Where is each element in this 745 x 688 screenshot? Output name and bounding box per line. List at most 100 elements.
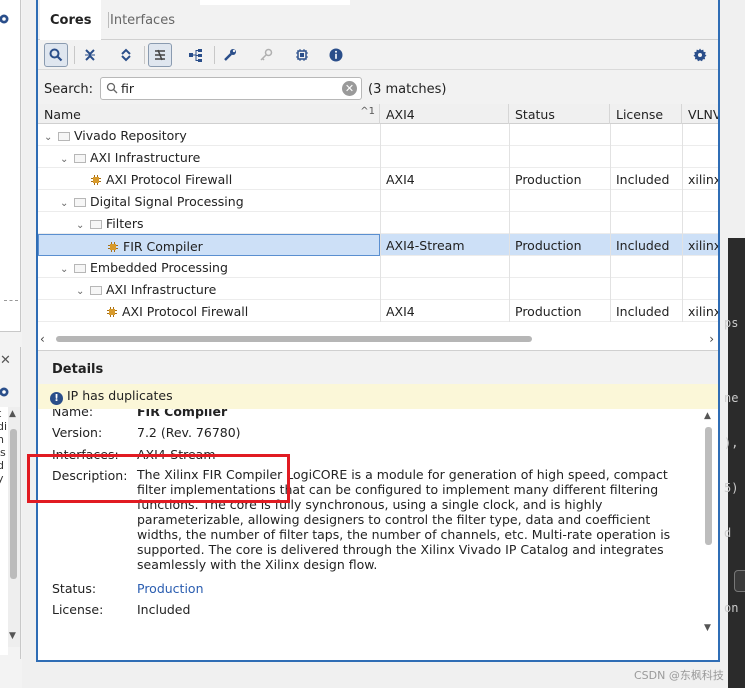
scroll-left-icon[interactable]: ‹ bbox=[40, 332, 45, 346]
row-name-text: Digital Signal Processing bbox=[90, 194, 244, 209]
cell-vlnv bbox=[682, 256, 718, 278]
left-background-panel: ✕ t di n is d y ▲ ▼ bbox=[0, 0, 22, 688]
version-value: 7.2 (Rev. 76780) bbox=[137, 425, 241, 440]
status-link[interactable]: Production bbox=[137, 581, 204, 596]
device-button[interactable] bbox=[290, 43, 314, 67]
search-label: Search: bbox=[44, 82, 94, 97]
row-name-text: Filters bbox=[106, 216, 144, 231]
cell-axi4 bbox=[380, 256, 509, 278]
collapse-all-button[interactable] bbox=[78, 43, 102, 67]
category-row[interactable]: ⌄ Embedded Processing bbox=[38, 256, 718, 278]
cell-status bbox=[509, 256, 610, 278]
duplicate-warning: ! IP has duplicates bbox=[38, 384, 718, 409]
expand-toggle-icon[interactable]: ⌄ bbox=[76, 220, 90, 231]
ip-tree-table: Name ^1 AXI4 Status License VLNV ⌄ Vivado … bbox=[38, 104, 718, 350]
category-row[interactable]: ⌄ AXI Infrastructure bbox=[38, 278, 718, 300]
ip-catalog-panel: Cores Interfaces Search: fir ✕ (3 matche… bbox=[36, 0, 720, 662]
tab-bar: Cores Interfaces bbox=[38, 0, 718, 40]
left-top-panel bbox=[0, 0, 21, 332]
gear-icon[interactable] bbox=[0, 12, 11, 29]
category-row[interactable]: ⌄ AXI Infrastructure bbox=[38, 146, 718, 168]
cell-license: Included bbox=[616, 238, 670, 253]
cell-license bbox=[610, 146, 682, 168]
folder-icon bbox=[90, 220, 102, 229]
horizontal-scrollbar[interactable]: ‹ › bbox=[38, 330, 718, 348]
filter-icon bbox=[155, 49, 165, 61]
category-row[interactable]: ⌄ Vivado Repository bbox=[38, 124, 718, 146]
close-icon[interactable]: ✕ bbox=[0, 353, 11, 368]
settings-button[interactable] bbox=[688, 43, 712, 67]
column-header-axi4[interactable]: AXI4 bbox=[380, 104, 509, 124]
details-title: Details bbox=[38, 351, 718, 384]
scroll-thumb[interactable] bbox=[10, 429, 17, 579]
customize-ip-button[interactable] bbox=[218, 43, 242, 67]
expand-toggle-icon[interactable]: ⌄ bbox=[60, 198, 74, 209]
filter-button[interactable] bbox=[148, 43, 172, 67]
scroll-down-icon[interactable]: ▼ bbox=[9, 631, 16, 641]
row-name-text: AXI Protocol Firewall bbox=[122, 304, 249, 319]
wrench-icon bbox=[224, 49, 236, 61]
search-button[interactable] bbox=[44, 43, 68, 67]
ip-row[interactable]: AXI Protocol Firewall AXI4 Production Inclu… bbox=[38, 300, 718, 322]
name-value: FIR Compiler bbox=[137, 409, 228, 419]
scroll-thumb[interactable] bbox=[56, 336, 532, 342]
fragment-line: t bbox=[0, 407, 8, 420]
column-header-vlnv[interactable]: VLNV bbox=[682, 104, 718, 124]
expand-toggle-icon[interactable]: ⌄ bbox=[44, 132, 58, 143]
toolbar-separator bbox=[144, 46, 145, 64]
gear-icon[interactable] bbox=[0, 385, 11, 402]
warning-text: IP has duplicates bbox=[67, 388, 173, 403]
cell-status: Production bbox=[515, 304, 582, 319]
tab-cores[interactable]: Cores bbox=[40, 0, 102, 40]
search-box[interactable]: ✕ bbox=[100, 77, 362, 100]
match-count: (3 matches) bbox=[368, 82, 447, 97]
ip-info-button[interactable] bbox=[324, 43, 348, 67]
tab-label: Cores bbox=[50, 13, 92, 28]
cell-license: Included bbox=[616, 172, 670, 187]
cell-name: ⌄ Filters bbox=[38, 212, 380, 234]
ip-row[interactable]: AXI Protocol Firewall AXI4 Production Inclu… bbox=[38, 168, 718, 190]
expand-all-button[interactable] bbox=[114, 43, 138, 67]
category-row[interactable]: ⌄ Filters bbox=[38, 212, 718, 234]
cell-vlnv bbox=[682, 124, 718, 146]
code-line: ps bbox=[724, 316, 739, 330]
category-row[interactable]: ⌄ Digital Signal Processing bbox=[38, 190, 718, 212]
cell-name: ⌄ AXI Infrastructure bbox=[38, 146, 380, 168]
expand-toggle-icon[interactable]: ⌄ bbox=[76, 286, 90, 297]
scroll-up-icon[interactable]: ▲ bbox=[704, 411, 711, 421]
cell-status bbox=[509, 146, 610, 168]
chip-icon bbox=[296, 49, 308, 61]
ip-core-icon bbox=[107, 307, 117, 317]
clear-search-icon[interactable]: ✕ bbox=[342, 81, 357, 96]
hierarchy-button[interactable] bbox=[184, 43, 208, 67]
scroll-thumb[interactable] bbox=[705, 427, 712, 545]
ip-row[interactable]: FIR Compiler AXI4-Stream Production Include… bbox=[38, 234, 718, 256]
cell-axi4 bbox=[380, 124, 509, 146]
sort-ascending-icon: ^1 bbox=[360, 106, 375, 117]
search-input[interactable] bbox=[121, 80, 337, 97]
row-name-text: AXI Infrastructure bbox=[106, 282, 217, 297]
column-header-license[interactable]: License bbox=[610, 104, 682, 124]
vertical-scrollbar[interactable]: ▲ ▼ bbox=[8, 407, 20, 647]
background-button[interactable] bbox=[734, 570, 745, 592]
tab-interfaces[interactable]: Interfaces bbox=[100, 0, 185, 40]
row-name-text: AXI Protocol Firewall bbox=[106, 172, 233, 187]
search-row: Search: ✕ (3 matches) bbox=[38, 70, 718, 104]
expand-toggle-icon[interactable]: ⌄ bbox=[60, 264, 74, 275]
cell-axi4: AXI4 bbox=[386, 304, 415, 319]
cell-name: ⌄ Vivado Repository bbox=[38, 124, 380, 146]
status-label: Status: bbox=[52, 581, 97, 596]
expand-toggle-icon[interactable]: ⌄ bbox=[60, 154, 74, 165]
cell-name: AXI Protocol Firewall bbox=[38, 168, 380, 190]
license-label: License: bbox=[52, 602, 104, 617]
license-button[interactable] bbox=[254, 43, 278, 67]
scroll-down-icon[interactable]: ▼ bbox=[704, 623, 711, 633]
cell-license bbox=[610, 212, 682, 234]
column-header-status[interactable]: Status bbox=[509, 104, 610, 124]
toolbar bbox=[38, 40, 718, 70]
cell-license bbox=[610, 190, 682, 212]
scroll-up-icon[interactable]: ▲ bbox=[9, 409, 16, 419]
column-header-name[interactable]: Name ^1 bbox=[38, 104, 380, 124]
details-vertical-scrollbar[interactable]: ▲ ▼ bbox=[702, 409, 716, 641]
scroll-right-icon[interactable]: › bbox=[709, 332, 714, 346]
